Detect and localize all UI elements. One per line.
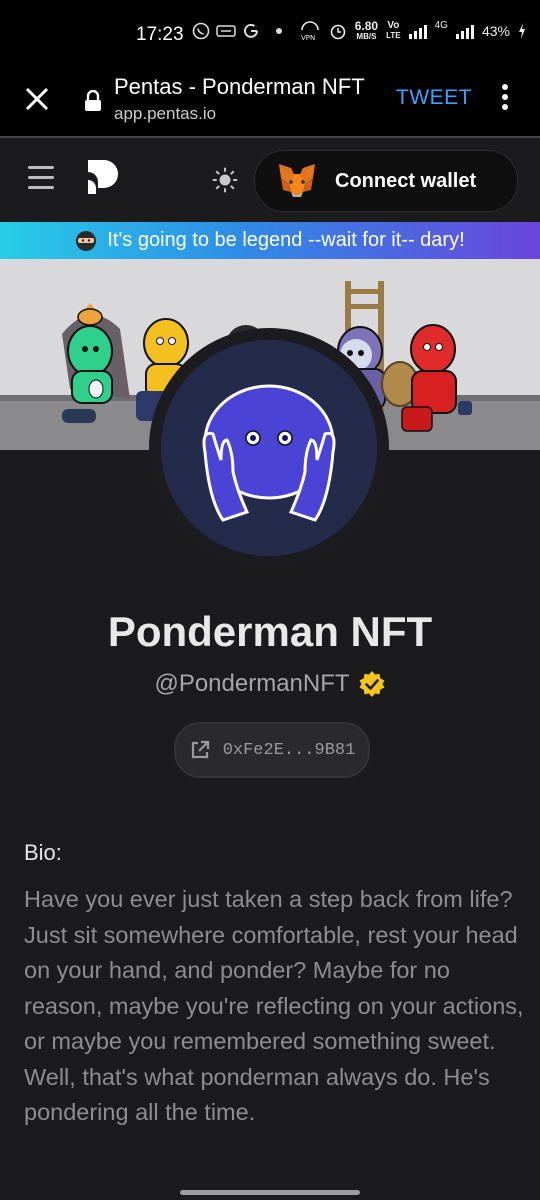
vpn-icon: VPN [301, 21, 319, 41]
volte-indicator: Vo LTE [386, 20, 401, 41]
connect-wallet-label: Connect wallet [335, 169, 477, 192]
handle-row: @PondermanNFT [0, 670, 540, 698]
battery-level: 43% [481, 23, 510, 39]
menu-icon[interactable] [28, 166, 54, 196]
metamask-icon [279, 164, 315, 197]
notification-icons [192, 22, 282, 40]
more-options-icon[interactable] [500, 84, 510, 114]
wallet-address: 0xFe2E...9B81 [222, 740, 356, 760]
signal-icon-2 [455, 23, 474, 39]
tweet-button[interactable]: TWEET [396, 86, 472, 110]
card-icon [216, 25, 236, 37]
lock-icon [85, 90, 101, 111]
custom-tab-toolbar: Pentas - Ponderman NFT app.pentas.io TWE… [0, 68, 540, 138]
page-title: Pentas - Ponderman NFT [114, 74, 365, 99]
status-bar: 17:23 VPN 6.80 MB/S Vo LTE 4G 43% [0, 0, 540, 68]
verified-badge-icon [359, 671, 385, 697]
whatsapp-icon [192, 22, 210, 40]
dot-icon [276, 28, 282, 34]
external-link-icon [191, 740, 209, 759]
wallet-address-link[interactable]: 0xFe2E...9B81 [174, 722, 370, 778]
announcement-banner: It's going to be legend --wait for it-- … [0, 222, 540, 259]
google-icon [244, 23, 258, 38]
bio-label: Bio: [24, 840, 62, 865]
ponderman-avatar-image [161, 340, 377, 556]
banner-text: It's going to be legend --wait for it-- … [107, 229, 465, 251]
charging-icon [519, 23, 525, 39]
clock: 17:23 [136, 24, 184, 45]
network-type: 4G [434, 20, 448, 31]
page-domain: app.pentas.io [114, 104, 217, 123]
close-icon[interactable] [22, 84, 52, 114]
ninja-emoji-icon [76, 230, 97, 251]
profile-handle: @PondermanNFT [154, 670, 350, 697]
svg-text:VPN: VPN [301, 34, 315, 41]
profile-avatar [149, 328, 389, 568]
system-indicators: VPN 6.80 MB/S Vo LTE 4G 43% [299, 20, 526, 42]
site-header: Connect wallet [0, 138, 540, 223]
connect-wallet-button[interactable]: Connect wallet [254, 150, 518, 212]
theme-toggle-icon[interactable] [212, 167, 238, 193]
gesture-handle[interactable] [180, 1190, 360, 1195]
speed-indicator: 6.80 MB/S [354, 19, 379, 41]
profile-name: Ponderman NFT [107, 608, 433, 655]
signal-icon [408, 23, 427, 39]
pentas-logo[interactable] [84, 158, 120, 196]
alarm-icon [330, 24, 346, 40]
bio-text: Have you ever just taken a step back fro… [24, 886, 524, 1125]
